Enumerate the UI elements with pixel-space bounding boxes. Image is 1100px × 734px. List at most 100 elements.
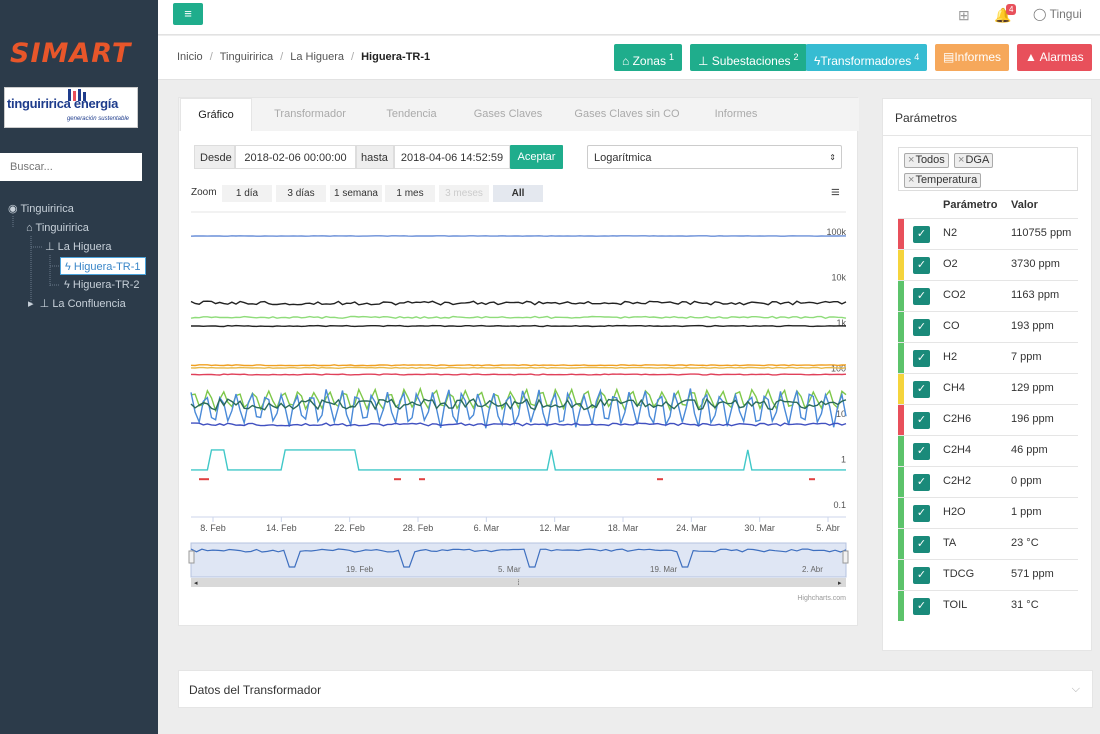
checkbox[interactable]: ✓	[913, 536, 930, 553]
tab-tendencia[interactable]: Tendencia	[369, 98, 454, 131]
app-logo: SIMART	[10, 38, 132, 69]
date-to-input[interactable]: 2018-04-06 14:52:59	[394, 145, 510, 169]
parameter-value: 7 ppm	[1011, 351, 1042, 363]
y-tick-label: 10k	[831, 273, 846, 283]
x-tick-label: 28. Feb	[403, 523, 434, 533]
parameter-row: ✓ H2O 1 ppm	[898, 497, 1078, 528]
bell-icon: ▲	[1025, 50, 1037, 64]
tab-gases-claves-sin-co[interactable]: Gases Claves sin CO	[564, 98, 690, 131]
tab-bar: Gráfico Transformador Tendencia Gases Cl…	[179, 98, 859, 131]
checkbox[interactable]: ✓	[913, 226, 930, 243]
chart: 100k10k1k1001010.18. Feb 14. Feb 22. Feb 28…	[188, 211, 849, 602]
breadcrumb-item[interactable]: Inicio	[177, 51, 203, 63]
checkbox[interactable]: ✓	[913, 474, 930, 491]
status-indicator	[898, 343, 904, 373]
tag-label: Temperatura	[915, 174, 978, 186]
chart-panel: Gráfico Transformador Tendencia Gases Cl…	[178, 97, 859, 626]
search-input[interactable]	[0, 153, 142, 181]
user-menu[interactable]: ◯ Tingui	[1033, 7, 1082, 21]
checkbox[interactable]: ✓	[913, 567, 930, 584]
tree-node-tinguiririca-zone[interactable]: ◉ Tinguiririca	[8, 200, 74, 218]
checkbox[interactable]: ✓	[913, 412, 930, 429]
parameter-name: CO2	[943, 289, 966, 301]
subestaciones-button[interactable]: ⊥ Subestaciones 2	[690, 44, 807, 71]
accept-button[interactable]: Aceptar	[510, 145, 563, 169]
series-line	[190, 366, 847, 370]
tag-label: Todos	[915, 154, 945, 166]
tab-gases-claves[interactable]: Gases Claves	[464, 98, 552, 131]
tab-informes[interactable]: Informes	[700, 98, 772, 131]
tree-node-higuera-tr-1[interactable]: ϟ Higuera-TR-1	[60, 257, 146, 275]
button-label: Zonas	[632, 54, 666, 68]
tree-node-label: Higuera-TR-1	[73, 261, 141, 273]
parameters-title: Parámetros	[882, 98, 1092, 136]
caret-right-icon[interactable]: ▸	[28, 298, 34, 310]
button-label: Transformadores	[820, 54, 912, 68]
filter-tag-temperatura[interactable]: ×Temperatura	[904, 173, 982, 188]
tree-node-label: Tinguiririca	[20, 203, 74, 215]
tree-node-la-higuera[interactable]: ⊥ La Higuera	[45, 238, 111, 256]
x-tick-label: 6. Mar	[474, 523, 500, 533]
checkbox[interactable]: ✓	[913, 257, 930, 274]
date-from-input[interactable]: 2018-02-06 00:00:00	[235, 145, 356, 169]
zoom-1-mes[interactable]: 1 mes	[385, 185, 435, 202]
checkbox[interactable]: ✓	[913, 288, 930, 305]
parameter-row: ✓ O2 3730 ppm	[898, 249, 1078, 280]
parameter-name: O2	[943, 258, 958, 270]
scale-select[interactable]: Logarítmica ⇕	[587, 145, 842, 169]
navigator-tick-label: 5. Mar	[498, 565, 521, 574]
tree-node-label: Higuera-TR-2	[72, 279, 140, 291]
series-line	[190, 373, 847, 376]
y-tick-label: 0.1	[833, 500, 846, 510]
remove-icon[interactable]: ×	[908, 174, 914, 186]
checkbox[interactable]: ✓	[913, 319, 930, 336]
menu-toggle-button[interactable]: ≡	[173, 3, 203, 25]
zoom-all[interactable]: All	[493, 185, 543, 202]
navigator-handle-left	[188, 550, 195, 564]
filter-tag-todos[interactable]: ×Todos	[904, 153, 949, 168]
navigator-tick-label: 19. Mar	[650, 565, 677, 574]
tree-node-tinguiririca[interactable]: ⌂ Tinguiririca	[26, 219, 89, 237]
x-tick-label: 12. Mar	[539, 523, 570, 533]
parameter-name: CH4	[943, 382, 966, 394]
zonas-button[interactable]: ⌂ Zonas 1	[614, 44, 682, 71]
parameter-row: ✓ C2H2 0 ppm	[898, 466, 1078, 497]
filter-tag-dga[interactable]: ×DGA	[954, 153, 994, 168]
select-arrows-icon: ⇕	[829, 153, 836, 162]
checkbox[interactable]: ✓	[913, 598, 930, 615]
x-tick-label: 14. Feb	[266, 523, 297, 533]
tree-node-label: La Higuera	[57, 241, 112, 253]
checkbox[interactable]: ✓	[913, 381, 930, 398]
tree-node-la-confluencia[interactable]: ▸ ⊥ La Confluencia	[28, 295, 126, 313]
informes-button[interactable]: ▤Informes	[935, 44, 1010, 71]
status-indicator	[898, 281, 904, 311]
navigator-tick-label: 2. Abr	[802, 565, 823, 574]
series-line	[190, 364, 847, 367]
tree-node-higuera-tr-2[interactable]: ϟ Higuera-TR-2	[64, 276, 140, 294]
breadcrumb: Inicio / Tinguiririca / La Higuera / Higuera-T…	[177, 51, 431, 63]
checkbox[interactable]: ✓	[913, 505, 930, 522]
tab-transformador[interactable]: Transformador	[261, 98, 359, 131]
translate-icon[interactable]: ⊞	[958, 7, 970, 24]
chevron-down-icon[interactable]: ⌵	[1072, 683, 1080, 696]
chart-menu-icon[interactable]: ≡	[831, 185, 840, 200]
breadcrumb-item[interactable]: Tinguiririca	[220, 51, 273, 63]
zoom-3-dias[interactable]: 3 días	[276, 185, 326, 202]
file-icon: ▤	[943, 50, 955, 64]
checkbox[interactable]: ✓	[913, 350, 930, 367]
datos-transformador-section[interactable]: Datos del Transformador ⌵	[178, 670, 1093, 708]
tag-label: DGA	[965, 154, 990, 166]
parameter-filter[interactable]: ×Todos ×DGA ×Temperatura	[898, 147, 1078, 191]
series-line	[191, 449, 846, 471]
series-line	[190, 324, 847, 328]
transformadores-button[interactable]: ϟTransformadores 4	[806, 44, 928, 71]
zoom-1-semana[interactable]: 1 semana	[330, 185, 382, 202]
remove-icon[interactable]: ×	[958, 154, 964, 166]
alarmas-button[interactable]: ▲ Alarmas	[1017, 44, 1092, 71]
tab-grafico[interactable]: Gráfico	[180, 98, 252, 131]
breadcrumb-item[interactable]: La Higuera	[290, 51, 344, 63]
sitemap-icon: ⊥	[39, 298, 50, 310]
checkbox[interactable]: ✓	[913, 443, 930, 460]
remove-icon[interactable]: ×	[908, 154, 914, 166]
zoom-1-dia[interactable]: 1 día	[222, 185, 272, 202]
